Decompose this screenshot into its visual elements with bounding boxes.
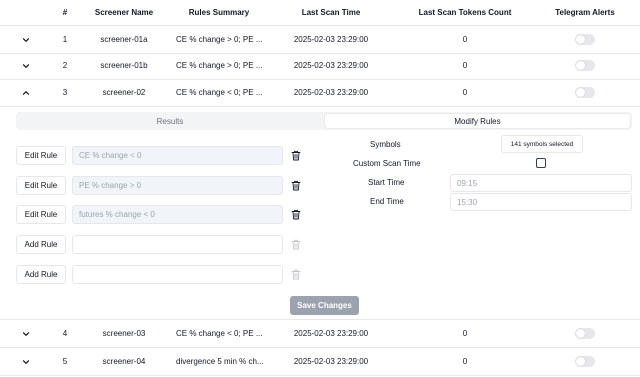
end-time-input[interactable]: 15:30 [450, 193, 632, 211]
end-time-label: End Time [370, 197, 404, 206]
add-rule-button[interactable]: Add Rule [16, 235, 66, 254]
expand-row-button[interactable] [14, 320, 38, 347]
last-scan-time: 2025-02-03 23:29:00 [293, 357, 369, 366]
rules-summary: CE % change > 0; PE ... [176, 35, 263, 44]
edit-rule-button[interactable]: Edit Rule [16, 176, 66, 195]
new-rule-input[interactable] [72, 235, 283, 254]
row-number: 5 [62, 357, 68, 366]
tab-modify-rules[interactable]: Modify Rules [325, 114, 630, 128]
tokens-count: 0 [462, 88, 468, 97]
telegram-alert-toggle[interactable] [575, 60, 595, 71]
table-row[interactable]: 1 screener-01a CE % change > 0; PE ... 2… [0, 26, 640, 54]
column-header-rules-summary[interactable]: Rules Summary [168, 0, 270, 25]
table-header: # Screener Name Rules Summary Last Scan … [0, 0, 640, 26]
chevron-down-icon [22, 37, 30, 42]
chevron-up-icon [22, 90, 30, 95]
expand-row-button[interactable] [14, 26, 38, 53]
table-row[interactable]: 2 screener-01b CE % change > 0; PE ... 2… [0, 52, 640, 80]
column-header-number: # [62, 8, 68, 17]
tab-results[interactable]: Results [18, 114, 322, 128]
detail-tabs: Results Modify Rules [16, 112, 632, 130]
screener-name: screener-01b [100, 61, 148, 70]
row-number: 2 [62, 61, 68, 70]
chevron-down-icon [22, 331, 30, 336]
telegram-alert-toggle[interactable] [575, 356, 595, 367]
collapse-row-button[interactable] [14, 79, 38, 106]
add-rule-button[interactable]: Add Rule [16, 265, 66, 284]
rules-summary: CE % change < 0; PE ... [176, 329, 263, 338]
symbols-select-button[interactable]: 141 symbols selected [501, 135, 583, 153]
rule-input[interactable]: CE % change < 0 [72, 146, 283, 165]
chevron-down-icon [22, 359, 30, 364]
column-header-tokens-count[interactable]: Last Scan Tokens Count [400, 0, 530, 25]
custom-scan-time-checkbox[interactable] [536, 158, 546, 168]
edit-rule-button[interactable]: Edit Rule [16, 205, 66, 224]
telegram-alert-toggle[interactable] [575, 328, 595, 339]
screener-detail-panel: Results Modify Rules Edit Rule CE % chan… [0, 108, 640, 320]
tokens-count: 0 [462, 329, 468, 338]
telegram-alert-toggle[interactable] [575, 34, 595, 45]
rules-summary: divergence 5 min % ch... [176, 357, 264, 366]
last-scan-time: 2025-02-03 23:29:00 [293, 35, 369, 44]
new-rule-input[interactable] [72, 265, 283, 284]
last-scan-time: 2025-02-03 23:29:00 [293, 88, 369, 97]
screener-name: screener-04 [102, 357, 146, 366]
edit-rule-button[interactable]: Edit Rule [16, 146, 66, 165]
column-header-screener-name[interactable]: Screener Name [82, 0, 166, 25]
expand-row-button[interactable] [14, 52, 38, 79]
expand-row-button[interactable] [14, 348, 38, 375]
custom-scan-time-label: Custom Scan Time [353, 159, 421, 168]
last-scan-time: 2025-02-03 23:29:00 [293, 61, 369, 70]
rule-input[interactable]: PE % change > 0 [72, 176, 283, 195]
start-time-label: Start Time [368, 178, 405, 187]
rules-summary: CE % change > 0; PE ... [176, 61, 263, 70]
table-row[interactable]: 3 screener-02 CE % change < 0; PE ... 20… [0, 79, 640, 107]
row-number: 3 [62, 88, 68, 97]
screener-name: screener-01a [100, 35, 148, 44]
start-time-input[interactable]: 09:15 [450, 174, 632, 192]
column-header-last-scan-time[interactable]: Last Scan Time [278, 0, 384, 25]
column-header-telegram-alerts[interactable]: Telegram Alerts [540, 0, 630, 25]
tokens-count: 0 [462, 35, 468, 44]
trash-icon [291, 269, 301, 280]
trash-icon[interactable] [291, 209, 301, 220]
screener-name: screener-02 [102, 88, 146, 97]
tokens-count: 0 [462, 61, 468, 70]
trash-icon[interactable] [291, 150, 301, 161]
tokens-count: 0 [462, 357, 468, 366]
symbols-label: Symbols [370, 140, 401, 149]
row-number: 1 [62, 35, 68, 44]
telegram-alert-toggle[interactable] [575, 87, 595, 98]
rules-summary: CE % change < 0; PE ... [176, 88, 263, 97]
screener-name: screener-03 [102, 329, 146, 338]
chevron-down-icon [22, 63, 30, 68]
row-number: 4 [62, 329, 68, 338]
table-row[interactable]: 5 screener-04 divergence 5 min % ch... 2… [0, 348, 640, 376]
rule-input[interactable]: futures % change < 0 [72, 205, 283, 224]
last-scan-time: 2025-02-03 23:29:00 [293, 329, 369, 338]
trash-icon [291, 239, 301, 250]
table-row[interactable]: 4 screener-03 CE % change < 0; PE ... 20… [0, 320, 640, 348]
trash-icon[interactable] [291, 180, 301, 191]
save-changes-button[interactable]: Save Changes [290, 296, 359, 315]
